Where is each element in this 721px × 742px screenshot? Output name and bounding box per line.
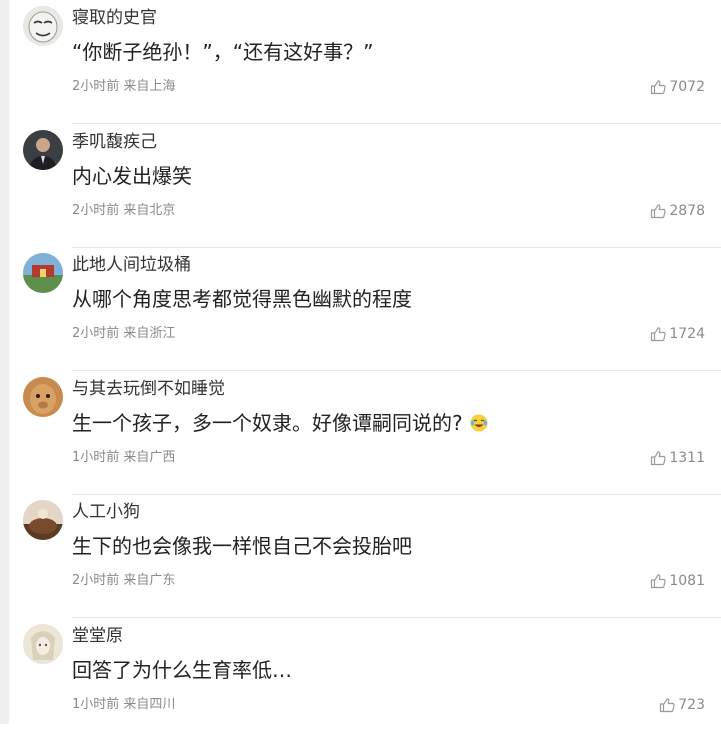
comment-item: 季叽馥疾己 内心发出爆笑 2小时前 来自北京 2878: [0, 124, 721, 248]
username[interactable]: 与其去玩倒不如睡觉: [72, 378, 225, 400]
avatar[interactable]: [23, 253, 63, 293]
comment-meta: 2小时前 来自上海: [72, 78, 175, 96]
comment-text: 生下的也会像我一样恨自己不会投胎吧: [72, 533, 412, 559]
like-count: 7072: [669, 79, 705, 95]
username[interactable]: 寝取的史官: [72, 7, 157, 29]
landscape-avatar-icon: [23, 253, 63, 293]
comment-time: 2小时前: [72, 79, 120, 94]
like-count: 1081: [669, 573, 705, 589]
like-button[interactable]: 1311: [650, 449, 705, 467]
like-count: 1724: [669, 326, 705, 342]
username[interactable]: 堂堂原: [72, 625, 123, 647]
comment-location: 来自上海: [123, 79, 176, 94]
comment-time: 2小时前: [72, 573, 120, 588]
like-count: 723: [678, 697, 705, 713]
avatar[interactable]: [23, 377, 63, 417]
comment-text: “你断子绝孙！”，“还有这好事？”: [72, 39, 373, 65]
thumbs-up-icon: [651, 574, 666, 589]
comment-location: 来自广西: [123, 450, 176, 465]
thumbs-up-icon: [651, 327, 666, 342]
like-count: 2878: [669, 203, 705, 219]
username[interactable]: 此地人间垃圾桶: [72, 254, 191, 276]
comment-text-content: 从哪个角度思考都觉得黑色幽默的程度: [72, 287, 412, 311]
comment-meta: 2小时前 来自广东: [72, 572, 175, 590]
comment-time: 1小时前: [72, 450, 120, 465]
comment-text-content: 回答了为什么生育率低…: [72, 658, 292, 682]
thumbs-up-icon: [651, 204, 666, 219]
comment-meta: 2小时前 来自北京: [72, 202, 175, 220]
like-button[interactable]: 723: [659, 696, 705, 714]
like-count: 1311: [669, 450, 705, 466]
like-button[interactable]: 1081: [650, 572, 705, 590]
comment-text: 从哪个角度思考都觉得黑色幽默的程度: [72, 286, 412, 312]
comment-location: 来自北京: [123, 203, 176, 218]
comment-text: 回答了为什么生育率低…: [72, 657, 292, 683]
comment-text: 生一个孩子，多一个奴隶。好像谭嗣同说的?: [72, 410, 489, 436]
comment-text-content: 生下的也会像我一样恨自己不会投胎吧: [72, 534, 412, 558]
comment-text-content: “你断子绝孙！”，“还有这好事？”: [72, 40, 374, 64]
comment-location: 来自浙江: [123, 326, 176, 341]
comment-meta: 1小时前 来自四川: [72, 696, 175, 714]
comment-time: 2小时前: [72, 203, 120, 218]
thumbs-up-icon: [651, 451, 666, 466]
comment-item: 与其去玩倒不如睡觉 生一个孩子，多一个奴隶。好像谭嗣同说的? 1小时前 来自广西…: [0, 371, 721, 495]
comment-time: 2小时前: [72, 326, 120, 341]
man-in-suit-avatar-icon: [23, 130, 63, 170]
sunset-avatar-icon: [23, 500, 63, 540]
meme-face-avatar-icon: [23, 6, 63, 46]
comment-location: 来自广东: [123, 573, 176, 588]
crying-laughing-emoji-icon: [470, 414, 488, 432]
thumbs-up-icon: [651, 80, 666, 95]
comment-item: 寝取的史官 “你断子绝孙！”，“还有这好事？” 2小时前 来自上海 7072: [0, 0, 721, 124]
avatar[interactable]: [23, 130, 63, 170]
comment-meta: 1小时前 来自广西: [72, 449, 175, 467]
username[interactable]: 季叽馥疾己: [72, 131, 157, 153]
thumbs-up-icon: [660, 698, 675, 713]
alpaca-avatar-icon: [23, 377, 63, 417]
like-button[interactable]: 1724: [650, 325, 705, 343]
anime-character-avatar-icon: [23, 624, 63, 664]
like-button[interactable]: 7072: [650, 78, 705, 96]
comment-meta: 2小时前 来自浙江: [72, 325, 175, 343]
comment-item: 此地人间垃圾桶 从哪个角度思考都觉得黑色幽默的程度 2小时前 来自浙江 1724: [0, 247, 721, 371]
comment-text-content: 生一个孩子，多一个奴隶。好像谭嗣同说的?: [72, 411, 463, 435]
comment-item: 人工小狗 生下的也会像我一样恨自己不会投胎吧 2小时前 来自广东 1081: [0, 494, 721, 618]
comment-time: 1小时前: [72, 697, 120, 712]
avatar[interactable]: [23, 624, 63, 664]
comment-text: 内心发出爆笑: [72, 163, 192, 189]
comment-item: 堂堂原 回答了为什么生育率低… 1小时前 来自四川 723: [0, 618, 721, 742]
username[interactable]: 人工小狗: [72, 501, 140, 523]
comment-location: 来自四川: [123, 697, 176, 712]
avatar[interactable]: [23, 6, 63, 46]
comment-text-content: 内心发出爆笑: [72, 164, 192, 188]
avatar[interactable]: [23, 500, 63, 540]
like-button[interactable]: 2878: [650, 202, 705, 220]
